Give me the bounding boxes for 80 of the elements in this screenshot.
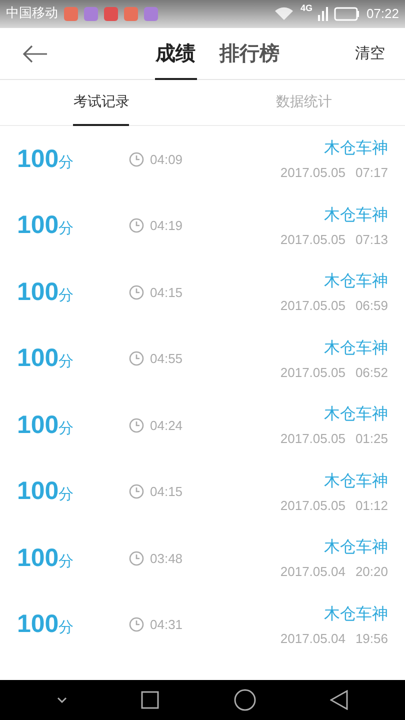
user-name: 木仓车神 bbox=[324, 137, 388, 159]
score-unit: 分 bbox=[58, 284, 74, 306]
time-text: 20:20 bbox=[355, 563, 388, 581]
score-value: 100 bbox=[17, 609, 59, 640]
record-row[interactable]: 100分 03:48 木仓车神 2017.05.04 20:20 bbox=[0, 525, 405, 592]
duration-text: 04:15 bbox=[150, 483, 183, 501]
time-text: 19:56 bbox=[355, 630, 388, 648]
clock-icon bbox=[129, 152, 144, 167]
date-text: 2017.05.05 bbox=[280, 230, 346, 248]
score-unit: 分 bbox=[58, 152, 74, 172]
duration-text: 03:48 bbox=[150, 550, 183, 568]
back-arrow-icon bbox=[22, 44, 48, 64]
battery-icon bbox=[334, 7, 360, 21]
time-text: 01:12 bbox=[355, 496, 388, 514]
clock-icon bbox=[129, 617, 144, 632]
record-row[interactable]: 100分 04:09 木仓车神 2017.05.05 07:17 bbox=[0, 126, 405, 192]
time-text: 06:52 bbox=[355, 364, 388, 382]
duration-text: 04:55 bbox=[150, 350, 183, 368]
duration-text: 04:09 bbox=[150, 150, 183, 168]
date-text: 2017.05.05 bbox=[280, 430, 346, 448]
sub-tab[interactable]: 考试记录 bbox=[73, 80, 130, 126]
time-text: 07:17 bbox=[355, 164, 388, 182]
duration-text: 04:15 bbox=[150, 284, 183, 302]
score-value: 100 bbox=[17, 343, 59, 374]
record-row[interactable]: 100分 04:15 木仓车神 2017.05.05 06:59 bbox=[0, 259, 405, 326]
record-row[interactable]: 100分 04:55 木仓车神 2017.05.05 06:52 bbox=[0, 326, 405, 392]
date-text: 2017.05.04 bbox=[280, 563, 346, 581]
date-text: 2017.05.05 bbox=[280, 364, 346, 382]
circle-icon[interactable] bbox=[234, 689, 256, 711]
score-unit: 分 bbox=[58, 418, 74, 438]
clear-button[interactable]: 清空 bbox=[335, 28, 405, 79]
user-name: 木仓车神 bbox=[324, 336, 388, 358]
clock-icon bbox=[129, 351, 144, 366]
score-value: 100 bbox=[17, 542, 59, 574]
header-tab[interactable]: 排行榜 bbox=[218, 28, 280, 80]
user-name: 木仓车神 bbox=[324, 470, 388, 492]
score-unit: 分 bbox=[58, 617, 74, 638]
time-text: 07:13 bbox=[355, 230, 388, 248]
user-name: 木仓车神 bbox=[324, 270, 388, 292]
record-row[interactable]: 100分 04:15 木仓车神 2017.05.05 01:12 bbox=[0, 458, 405, 525]
clock-icon bbox=[129, 284, 144, 300]
date-text: 2017.05.05 bbox=[280, 297, 346, 315]
clock-time: 07:22 bbox=[366, 5, 399, 24]
score-value: 100 bbox=[17, 410, 59, 440]
score-value: 100 bbox=[17, 144, 59, 174]
clock-icon bbox=[129, 550, 144, 566]
record-row[interactable]: 100分 04:19 木仓车神 2017.05.05 07:13 bbox=[0, 192, 405, 259]
score-value: 100 bbox=[17, 276, 59, 308]
clock-icon bbox=[129, 418, 144, 433]
square-icon[interactable] bbox=[141, 691, 160, 709]
date-text: 2017.05.05 bbox=[280, 496, 346, 514]
sub-tab[interactable]: 数据统计 bbox=[276, 80, 332, 126]
user-name: 木仓车神 bbox=[324, 602, 388, 624]
user-name: 木仓车神 bbox=[324, 204, 388, 226]
score-unit: 分 bbox=[58, 218, 74, 239]
score-value: 100 bbox=[17, 476, 59, 507]
carrier-name: 中国移动 bbox=[6, 5, 58, 24]
time-text: 06:59 bbox=[355, 297, 388, 315]
wifi-icon bbox=[274, 7, 294, 21]
score-unit: 分 bbox=[58, 550, 74, 572]
record-row[interactable]: 100分 04:24 木仓车神 2017.05.05 01:25 bbox=[0, 392, 405, 458]
signal-icon bbox=[318, 7, 328, 21]
chevron-down-icon[interactable] bbox=[57, 697, 68, 703]
time-text: 01:25 bbox=[355, 430, 388, 448]
network-label: 4G bbox=[300, 2, 312, 15]
clock-icon bbox=[129, 218, 144, 234]
score-unit: 分 bbox=[58, 484, 74, 505]
duration-text: 04:31 bbox=[150, 616, 183, 634]
triangle-icon[interactable] bbox=[330, 690, 348, 710]
user-name: 木仓车神 bbox=[324, 403, 388, 425]
header-tab[interactable]: 成绩 bbox=[154, 28, 196, 80]
duration-text: 04:24 bbox=[150, 416, 183, 434]
score-unit: 分 bbox=[58, 351, 74, 372]
clock-icon bbox=[129, 484, 144, 500]
score-value: 100 bbox=[17, 210, 59, 241]
duration-text: 04:19 bbox=[150, 217, 183, 235]
date-text: 2017.05.05 bbox=[280, 164, 346, 182]
record-row[interactable]: 100分 04:31 木仓车神 2017.05.04 19:56 bbox=[0, 592, 405, 658]
user-name: 木仓车神 bbox=[324, 536, 388, 558]
date-text: 2017.05.04 bbox=[280, 630, 346, 648]
